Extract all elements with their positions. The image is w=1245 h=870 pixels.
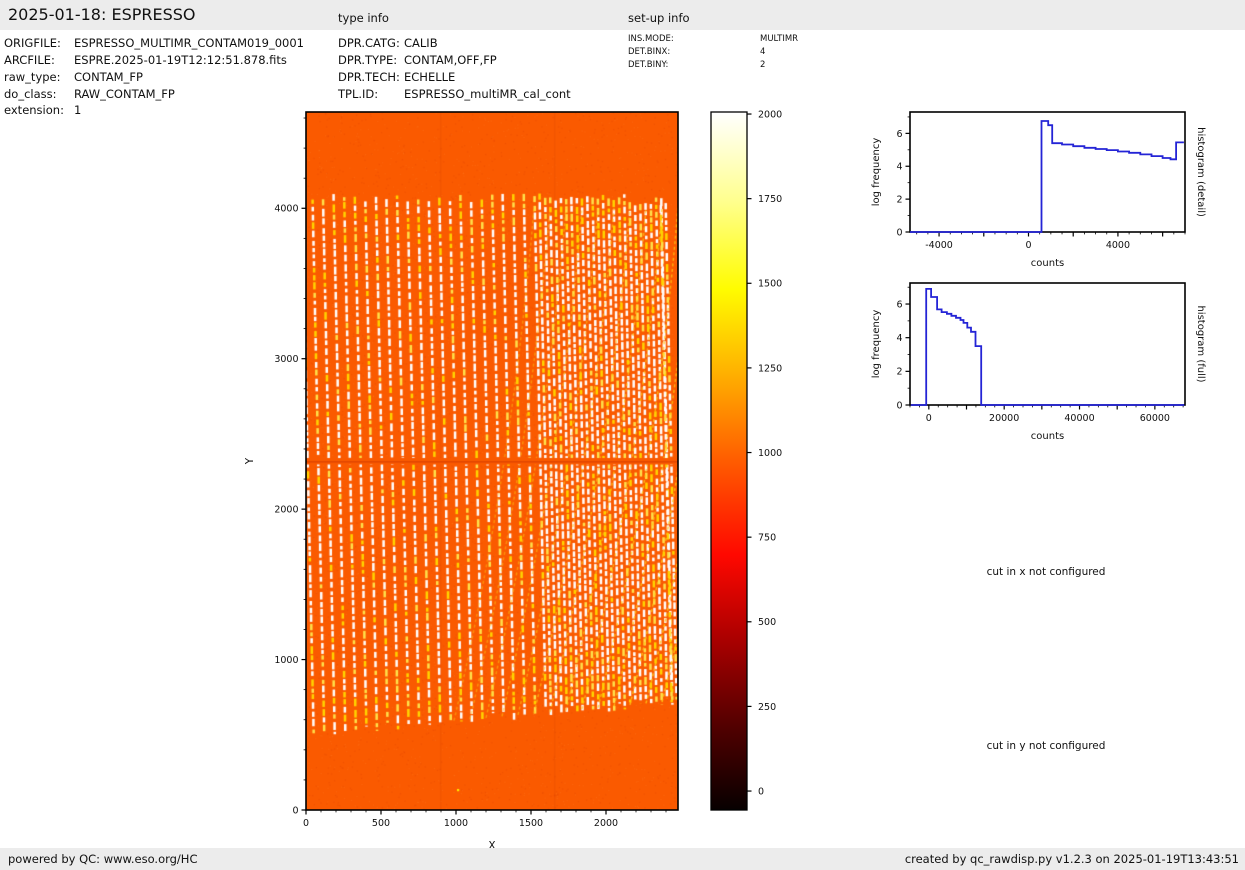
svg-text:0: 0 xyxy=(926,413,932,424)
svg-text:2: 2 xyxy=(896,195,902,206)
footer-created-by: created by qc_rawdisp.py v1.2.3 on 2025-… xyxy=(904,852,1239,866)
svg-text:2000: 2000 xyxy=(758,109,782,120)
svg-text:4000: 4000 xyxy=(274,204,298,215)
svg-text:2000: 2000 xyxy=(274,505,298,516)
svg-text:4000: 4000 xyxy=(1106,240,1130,251)
svg-text:20000: 20000 xyxy=(989,413,1019,424)
cut-in-x-message: cut in x not configured xyxy=(986,566,1106,578)
svg-text:log frequency: log frequency xyxy=(871,310,882,379)
svg-text:log frequency: log frequency xyxy=(871,138,882,207)
svg-text:histogram (detail): histogram (detail) xyxy=(1195,127,1206,217)
svg-text:500: 500 xyxy=(372,818,390,829)
svg-text:500: 500 xyxy=(758,617,776,628)
svg-text:4: 4 xyxy=(896,333,902,344)
svg-text:1000: 1000 xyxy=(758,448,782,459)
histogram_detail-curve xyxy=(910,120,1184,233)
svg-text:0: 0 xyxy=(896,400,902,411)
svg-text:1000: 1000 xyxy=(274,655,298,666)
colorbar: 0 250 500 750 1000 1250 1500 1750 2000 xyxy=(710,109,782,811)
svg-text:Y: Y xyxy=(244,457,256,465)
svg-text:histogram (full): histogram (full) xyxy=(1195,305,1206,382)
qc-rawdisp-report: 2025-01-18: ESPRESSO type info set-up in… xyxy=(0,0,1245,870)
svg-text:-4000: -4000 xyxy=(925,240,953,251)
svg-text:counts: counts xyxy=(1031,258,1064,269)
svg-text:1500: 1500 xyxy=(519,818,543,829)
svg-text:2: 2 xyxy=(896,367,902,378)
svg-text:1750: 1750 xyxy=(758,194,782,205)
histogram_full-curve xyxy=(910,288,1185,406)
svg-text:1250: 1250 xyxy=(758,363,782,374)
svg-text:4: 4 xyxy=(896,162,902,173)
svg-text:0: 0 xyxy=(1025,240,1031,251)
histogram-full-plot: 0 20000 40000 60000 0 2 4 6 counts log frequency h… xyxy=(871,282,1206,442)
svg-text:6: 6 xyxy=(896,129,902,140)
svg-text:60000: 60000 xyxy=(1140,413,1170,424)
svg-text:0: 0 xyxy=(292,805,298,816)
svg-text:750: 750 xyxy=(758,533,776,544)
svg-text:250: 250 xyxy=(758,702,776,713)
cut-in-y-message: cut in y not configured xyxy=(986,740,1106,752)
svg-text:1500: 1500 xyxy=(758,279,782,290)
svg-text:0: 0 xyxy=(303,818,309,829)
svg-text:counts: counts xyxy=(1031,431,1064,442)
raw-frame-axes: 0 500 1000 1500 200001000200030004000XY xyxy=(244,111,679,852)
svg-text:2000: 2000 xyxy=(594,818,618,829)
histogram-detail-plot: -4000 0 4000 0 2 4 6 counts log frequency histogr… xyxy=(871,111,1206,269)
svg-text:6: 6 xyxy=(896,299,902,310)
footer-powered-by: powered by QC: www.eso.org/HC xyxy=(8,852,198,866)
svg-text:1000: 1000 xyxy=(444,818,468,829)
svg-text:0: 0 xyxy=(896,227,902,238)
svg-text:3000: 3000 xyxy=(274,354,298,365)
svg-text:40000: 40000 xyxy=(1064,413,1094,424)
svg-text:0: 0 xyxy=(758,786,764,797)
